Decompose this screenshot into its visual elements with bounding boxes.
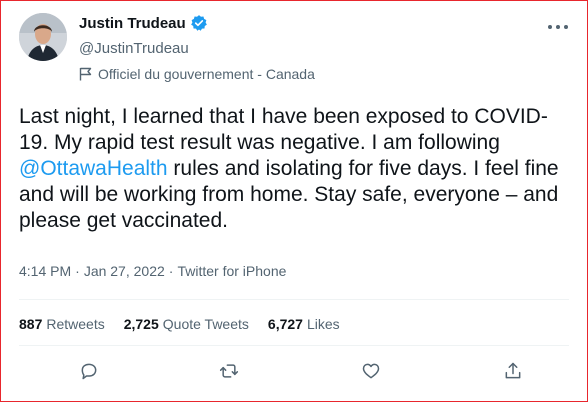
retweet-icon[interactable] xyxy=(219,361,243,385)
government-label: Officiel du gouvernement - Canada xyxy=(79,66,315,82)
meta-separator: · xyxy=(75,263,80,279)
tweet-card: Justin Trudeau @JustinTrudeau Officiel d… xyxy=(0,0,588,402)
tweet-source[interactable]: Twitter for iPhone xyxy=(177,263,286,279)
tweet-meta: 4:14 PM · Jan 27, 2022 · Twitter for iPh… xyxy=(19,263,286,279)
tweet-text-before: Last night, I learned that I have been e… xyxy=(19,105,548,154)
author-name-row: Justin Trudeau xyxy=(79,14,208,32)
more-options-icon[interactable] xyxy=(546,22,570,32)
mention-link[interactable]: @OttawaHealth xyxy=(19,157,168,180)
author-name[interactable]: Justin Trudeau xyxy=(79,15,186,32)
divider xyxy=(19,345,569,346)
retweets-stat[interactable]: 887 Retweets xyxy=(19,316,105,332)
avatar[interactable] xyxy=(19,13,67,61)
likes-stat[interactable]: 6,727 Likes xyxy=(268,316,340,332)
flag-icon xyxy=(79,67,92,81)
like-icon[interactable] xyxy=(361,361,385,385)
verified-badge-icon xyxy=(190,15,207,31)
government-label-text: Officiel du gouvernement - Canada xyxy=(98,66,315,82)
tweet-time[interactable]: 4:14 PM xyxy=(19,263,71,279)
tweet-text: Last night, I learned that I have been e… xyxy=(19,104,567,234)
author-handle[interactable]: @JustinTrudeau xyxy=(79,40,189,57)
meta-separator: · xyxy=(168,263,174,279)
action-bar xyxy=(0,361,588,385)
quote-tweets-stat[interactable]: 2,725 Quote Tweets xyxy=(124,316,249,332)
engagement-stats: 887 Retweets 2,725 Quote Tweets 6,727 Likes xyxy=(19,316,359,332)
tweet-date[interactable]: Jan 27, 2022 xyxy=(84,263,165,279)
reply-icon[interactable] xyxy=(79,361,103,385)
share-icon[interactable] xyxy=(503,361,527,385)
divider xyxy=(19,299,569,300)
